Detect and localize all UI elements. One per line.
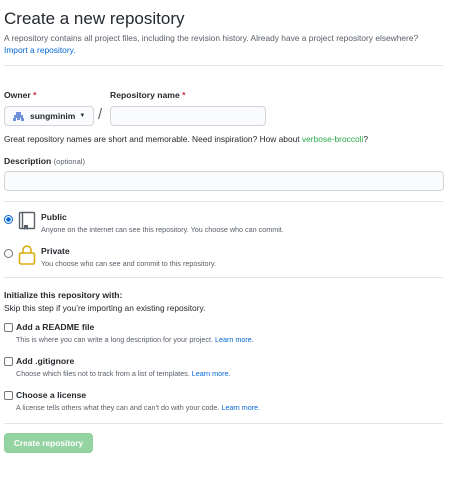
page-description: A repository contains all project files,… — [4, 32, 444, 56]
owner-label: Owner * — [4, 90, 37, 100]
repo-name-label: Repository name * — [110, 90, 185, 100]
license-description: A license tells others what they can and… — [16, 403, 260, 412]
page-title: Create a new repository — [4, 9, 185, 28]
repo-name-input[interactable] — [110, 106, 266, 126]
description-input[interactable] — [4, 171, 444, 191]
readme-checkbox[interactable] — [4, 323, 13, 332]
hint-suffix: ? — [363, 134, 369, 144]
create-repository-button[interactable]: Create repository — [4, 433, 93, 453]
page-description-text: A repository contains all project files,… — [4, 33, 419, 43]
gitignore-description: Choose which files not to track from a l… — [16, 369, 231, 378]
description-optional: (optional) — [53, 157, 85, 166]
readme-description: This is where you can write a long descr… — [16, 335, 254, 344]
license-checkbox[interactable] — [4, 391, 13, 400]
init-title: Initialize this repository with: — [4, 290, 123, 300]
description-label: Description (optional) — [4, 156, 85, 166]
repo-name-required-mark: * — [182, 90, 186, 100]
private-radio[interactable] — [4, 249, 13, 258]
gitignore-checkbox[interactable] — [4, 357, 13, 366]
private-description: You choose who can see and commit to thi… — [41, 259, 216, 268]
license-desc-text: A license tells others what they can and… — [16, 403, 220, 412]
divider — [4, 277, 443, 278]
divider — [4, 65, 443, 66]
name-suggestion[interactable]: verbose-broccoli — [302, 134, 363, 144]
license-learn-more-link[interactable]: Learn more. — [221, 403, 260, 412]
readme-learn-more-link[interactable]: Learn more. — [215, 335, 254, 344]
gitignore-learn-more-link[interactable]: Learn more. — [192, 369, 231, 378]
readme-title: Add a README file — [16, 322, 95, 332]
owner-required-mark: * — [33, 90, 37, 100]
init-subtitle: Skip this step if you’re importing an ex… — [4, 303, 206, 313]
lock-icon — [18, 244, 36, 271]
repo-name-hint: Great repository names are short and mem… — [4, 134, 368, 144]
readme-desc-text: This is where you can write a long descr… — [16, 335, 213, 344]
hint-prefix: Great repository names are short and mem… — [4, 134, 302, 144]
avatar — [13, 111, 24, 122]
owner-dropdown[interactable]: sungminim ▼ — [4, 106, 94, 126]
owner-repo-separator: / — [98, 106, 103, 123]
description-label-text: Description — [4, 156, 52, 166]
private-title: Private — [41, 246, 70, 256]
license-title: Choose a license — [16, 390, 87, 400]
gitignore-title: Add .gitignore — [16, 356, 75, 366]
owner-label-text: Owner — [4, 90, 31, 100]
book-icon — [18, 211, 36, 236]
chevron-down-icon: ▼ — [79, 113, 86, 119]
public-radio[interactable] — [4, 215, 13, 224]
owner-value: sungminim — [30, 111, 76, 121]
public-description: Anyone on the internet can see this repo… — [41, 225, 284, 234]
import-repository-link[interactable]: Import a repository. — [4, 45, 76, 55]
divider — [4, 423, 443, 424]
gitignore-desc-text: Choose which files not to track from a l… — [16, 369, 190, 378]
divider — [4, 201, 443, 202]
repo-name-label-text: Repository name — [110, 90, 180, 100]
public-title: Public — [41, 212, 67, 222]
